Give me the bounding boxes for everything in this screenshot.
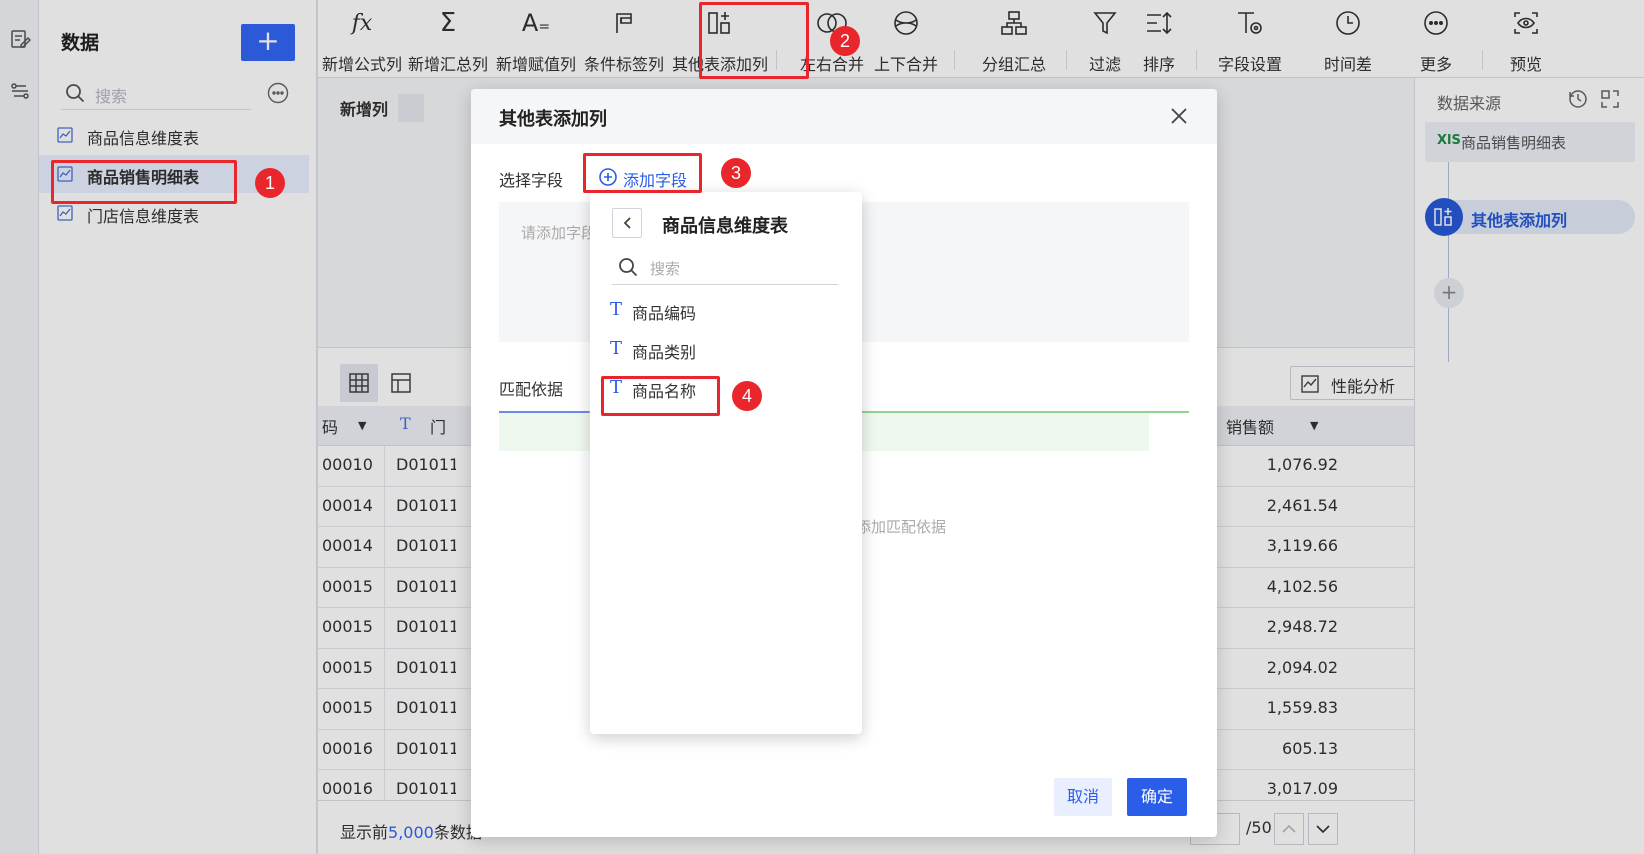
annotation-box-add-field — [583, 153, 702, 193]
confirm-button[interactable]: 确定 — [1127, 778, 1187, 816]
field-item-product-code[interactable]: T 商品编码 — [610, 296, 840, 326]
text-type-icon: T — [610, 338, 623, 359]
annotation-box-product-name — [601, 376, 720, 416]
text-type-icon: T — [610, 299, 623, 320]
fields-placeholder: 请添加字段 — [521, 224, 597, 242]
back-button[interactable] — [612, 208, 642, 238]
dialog-header: 其他表添加列 — [471, 89, 1217, 144]
close-icon[interactable] — [1168, 105, 1192, 129]
field-picker-dropdown: 商品信息维度表 搜索 T 商品编码 T 商品类别 T 商品名称 — [590, 192, 862, 734]
annotation-box-table — [51, 160, 237, 204]
annotation-badge-1: 1 — [255, 168, 285, 198]
dialog-title: 其他表添加列 — [499, 109, 607, 130]
field-item-label: 商品编码 — [632, 304, 697, 323]
annotation-box-toolbar — [699, 2, 809, 79]
annotation-badge-2: 2 — [830, 26, 860, 56]
search-placeholder: 搜索 — [650, 260, 681, 278]
field-item-label: 商品类别 — [632, 343, 697, 362]
field-item-product-category[interactable]: T 商品类别 — [610, 335, 840, 365]
select-field-label: 选择字段 — [499, 171, 564, 190]
cancel-button[interactable]: 取消 — [1054, 778, 1112, 816]
annotation-badge-4: 4 — [732, 381, 762, 411]
match-basis-label: 匹配依据 — [499, 380, 564, 399]
search-icon — [618, 257, 638, 277]
field-search-input[interactable]: 搜索 — [612, 247, 838, 285]
annotation-badge-3: 3 — [721, 158, 751, 188]
dropdown-table-title: 商品信息维度表 — [662, 216, 788, 237]
